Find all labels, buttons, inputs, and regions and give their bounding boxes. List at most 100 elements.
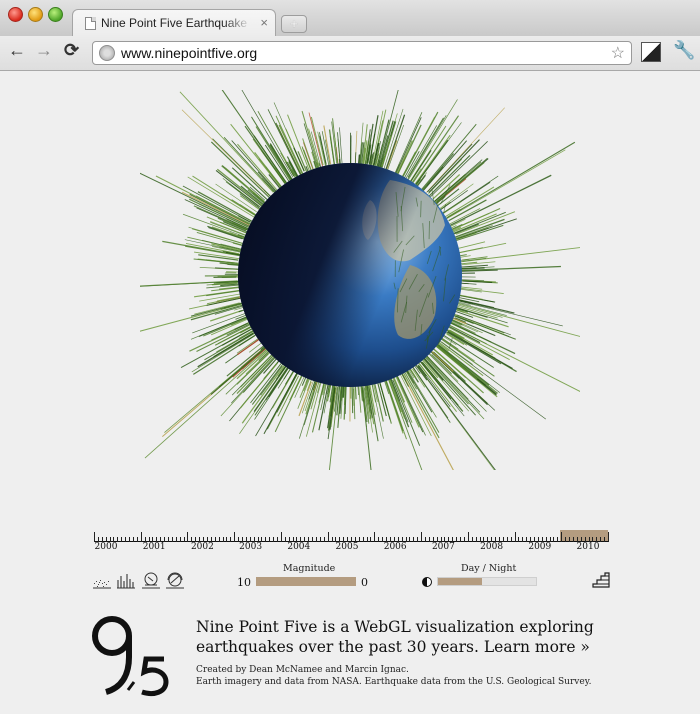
quake-spike <box>184 239 241 252</box>
timeline-minor-tick <box>125 537 127 542</box>
browser-tab[interactable]: Nine Point Five Earthquake Visualization… <box>72 9 276 37</box>
timeline-minor-tick <box>553 537 555 542</box>
url-text[interactable]: www.ninepointfive.org <box>121 45 257 61</box>
timeline-major-tick <box>280 532 282 542</box>
tab-title: Nine Point Five Earthquake Visualization <box>101 16 251 30</box>
timeline-major-tick <box>374 532 376 542</box>
timeline-minor-tick <box>471 537 473 542</box>
back-button[interactable]: ← <box>8 40 26 61</box>
extension-icon[interactable] <box>641 42 661 62</box>
timeline-year-label[interactable]: 2007 <box>432 542 455 552</box>
ninepointfive-logo <box>92 616 169 697</box>
timeline-minor-tick <box>518 537 520 542</box>
quake-spike <box>209 309 243 322</box>
timeline-year-label[interactable]: 2003 <box>239 542 262 552</box>
timeline-minor-tick <box>463 537 465 542</box>
timeline-minor-tick <box>214 537 216 542</box>
timeline-minor-tick <box>409 537 411 542</box>
timeline-major-tick <box>327 532 329 542</box>
timeline-minor-tick <box>269 537 271 542</box>
quake-spike <box>444 149 566 221</box>
timeline-major-tick <box>140 532 142 542</box>
quake-spike <box>212 138 276 201</box>
window-minimize-button[interactable] <box>28 7 43 22</box>
timeline-year-label[interactable]: 2001 <box>143 542 166 552</box>
magnitude-slider[interactable] <box>256 577 356 586</box>
window-close-button[interactable] <box>8 7 23 22</box>
year-timeline[interactable] <box>94 530 609 542</box>
timeline-minor-tick <box>167 537 169 542</box>
timeline-minor-tick <box>284 537 286 542</box>
timeline-minor-tick <box>362 537 364 542</box>
timeline-major-tick <box>514 532 516 542</box>
timeline-minor-tick <box>218 537 220 542</box>
timeline-minor-tick <box>121 537 123 542</box>
magnitude-label: Magnitude <box>283 563 336 574</box>
quake-spike <box>460 264 488 268</box>
daynight-slider-fill <box>438 578 483 585</box>
timeline-minor-tick <box>510 537 512 542</box>
globe-rotate-icon[interactable] <box>165 571 185 589</box>
learn-more-link[interactable]: Learn more » <box>484 638 590 656</box>
timeline-minor-tick <box>506 537 508 542</box>
timeline-year-label[interactable]: 2010 <box>577 542 600 552</box>
address-bar[interactable]: www.ninepointfive.org ☆ <box>92 41 632 65</box>
timeline-minor-tick <box>572 537 574 542</box>
quake-spike <box>456 294 483 300</box>
timeline-minor-tick <box>456 537 458 542</box>
timeline-minor-tick <box>230 537 232 542</box>
new-tab-button[interactable]: + <box>281 15 307 33</box>
timeline-minor-tick <box>129 537 131 542</box>
quake-spike <box>453 242 507 255</box>
timeline-minor-tick <box>569 537 571 542</box>
timeline-minor-tick <box>526 537 528 542</box>
timeline-minor-tick <box>475 537 477 542</box>
bookmark-star-icon[interactable]: ☆ <box>611 43 625 63</box>
timeline-minor-tick <box>366 537 368 542</box>
wrench-menu-icon[interactable]: 🔧 <box>673 40 695 61</box>
tab-close-icon[interactable]: × <box>260 15 268 30</box>
quake-spike <box>421 107 505 198</box>
globe-view-icon[interactable] <box>141 571 161 589</box>
timeline-year-label[interactable]: 2002 <box>191 542 214 552</box>
daynight-slider[interactable] <box>437 577 537 586</box>
reload-button[interactable]: ⟳ <box>64 40 79 61</box>
timeline-year-label[interactable]: 2000 <box>95 542 118 552</box>
quake-spike <box>404 125 438 182</box>
quake-spike <box>352 388 355 406</box>
stairs-icon[interactable] <box>592 572 610 588</box>
timeline-minor-tick <box>557 537 559 542</box>
credit-authors: Created by Dean McNamee and Marcin Ignac… <box>196 665 409 675</box>
earthquake-globe-visualization[interactable] <box>140 90 580 470</box>
timeline-minor-tick <box>132 537 134 542</box>
quake-spike <box>180 328 252 368</box>
timeline-major-tick <box>94 532 95 542</box>
timeline-year-label[interactable]: 2006 <box>384 542 407 552</box>
scatter-view-icon[interactable] <box>92 571 112 589</box>
quake-spike <box>181 109 270 196</box>
timeline-minor-tick <box>273 537 275 542</box>
timeline-major-tick <box>561 532 563 542</box>
timeline-year-label[interactable]: 2008 <box>480 542 503 552</box>
histogram-view-icon[interactable] <box>116 571 136 589</box>
forward-button[interactable]: → <box>35 40 53 61</box>
timeline-minor-tick <box>565 537 567 542</box>
site-globe-icon <box>99 45 115 61</box>
window-titlebar: Nine Point Five Earthquake Visualization… <box>0 0 700 37</box>
timeline-minor-tick <box>331 537 333 542</box>
timeline-year-label[interactable]: 2004 <box>287 542 310 552</box>
timeline-year-label[interactable]: 2009 <box>528 542 551 552</box>
timeline-minor-tick <box>370 537 372 542</box>
timeline-year-label[interactable]: 2005 <box>336 542 359 552</box>
quake-spike <box>420 200 422 218</box>
quake-spike <box>447 323 580 392</box>
site-description: Nine Point Five is a WebGL visualization… <box>196 617 596 657</box>
window-maximize-button[interactable] <box>48 7 63 22</box>
timeline-minor-tick <box>604 537 606 542</box>
timeline-minor-tick <box>378 537 380 542</box>
timeline-minor-tick <box>600 537 602 542</box>
quake-spike <box>331 121 337 164</box>
timeline-minor-tick <box>277 537 278 542</box>
timeline-minor-tick <box>413 537 415 542</box>
page-icon <box>85 17 96 30</box>
